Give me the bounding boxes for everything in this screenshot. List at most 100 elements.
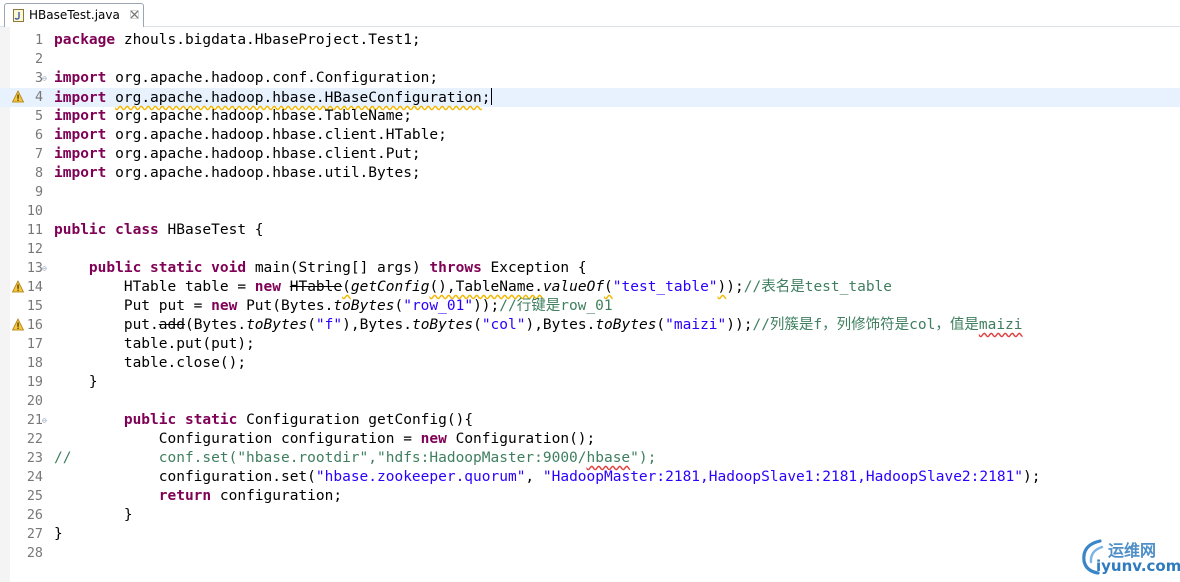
code-line[interactable]: return configuration; — [54, 487, 342, 506]
line-number: 7 — [34, 147, 43, 162]
line-number: 14 — [26, 280, 43, 295]
code-line-row[interactable]: 6 import org.apache.hadoop.hbase.client.H… — [0, 126, 1180, 145]
line-number: 12 — [26, 242, 43, 257]
code-token: ); — [726, 279, 744, 295]
code-line-row[interactable]: 23 // conf.set("hbase.rootdir","hdfs:Hado… — [0, 449, 1180, 468]
code-line-row[interactable]: 11 public class HBaseTest { — [0, 221, 1180, 240]
code-line-row[interactable]: 26 } — [0, 506, 1180, 525]
code-line[interactable]: import org.apache.hadoop.conf.Configurat… — [54, 69, 438, 88]
line-number: 9 — [34, 185, 43, 200]
line-number: 27 — [26, 527, 43, 542]
code-line-row[interactable]: 20 — [0, 392, 1180, 411]
code-line[interactable]: } — [54, 525, 63, 544]
code-line-row[interactable]: 9 — [0, 183, 1180, 202]
code-token: //表名是test_table — [743, 279, 893, 295]
line-number: 5 — [34, 109, 43, 124]
code-line[interactable]: } — [54, 506, 133, 525]
code-line[interactable]: package zhouls.bigdata.HbaseProject.Test… — [54, 31, 421, 50]
code-line[interactable]: import org.apache.hadoop.hbase.util.Byte… — [54, 164, 421, 183]
fold-toggle-icon[interactable]: ⊖ — [42, 74, 47, 83]
code-line-row[interactable]: 17 table.put(put); — [0, 335, 1180, 354]
code-line[interactable]: public class HBaseTest { — [54, 221, 264, 240]
code-line-row[interactable]: 10 — [0, 202, 1180, 221]
code-line-row[interactable]: 15 Put put = new Put(Bytes.toBytes("row_… — [0, 297, 1180, 316]
code-token: hbase — [586, 450, 631, 466]
watermark-domain: iyunv.com — [1096, 557, 1180, 575]
code-token: import — [54, 70, 107, 86]
code-line-row[interactable]: 12 — [0, 240, 1180, 259]
tab-hbasetest-java[interactable]: HBaseTest.java — [4, 3, 144, 27]
close-tab-icon[interactable] — [130, 10, 139, 19]
code-line-row[interactable]: 4 import org.apache.hadoop.hbase.HBaseCon… — [0, 88, 1180, 107]
line-number: 3 — [34, 71, 43, 86]
code-line[interactable]: import org.apache.hadoop.hbase.client.Pu… — [54, 145, 421, 164]
code-token: Configuration getConfig(){ — [237, 412, 474, 428]
line-number: 25 — [26, 489, 43, 504]
code-line[interactable]: put.add(Bytes.toBytes("f"),Bytes.toBytes… — [54, 316, 1023, 335]
code-line-row[interactable]: 22 Configuration configuration = new Con… — [0, 430, 1180, 449]
code-line-row[interactable]: 7 import org.apache.hadoop.hbase.client.P… — [0, 145, 1180, 164]
code-token: configuration.set( — [54, 469, 316, 485]
line-number: 2 — [34, 52, 43, 67]
line-number: 22 — [26, 432, 43, 447]
code-token: //行键是row_01 — [499, 298, 613, 314]
code-line-row[interactable]: 3 ⊖ import org.apache.hadoop.conf.Configur… — [0, 69, 1180, 88]
code-line[interactable]: configuration.set("hbase.zookeeper.quoru… — [54, 468, 1041, 487]
code-line-row[interactable]: 16 put.add(Bytes.toBytes("f"),Bytes.toBy… — [0, 316, 1180, 335]
code-token: ),Bytes. — [342, 317, 412, 333]
code-line-row[interactable]: 27} — [0, 525, 1180, 544]
code-token: throws — [429, 260, 482, 276]
code-token: ( — [473, 317, 482, 333]
code-token: } — [54, 526, 63, 542]
code-line[interactable]: table.put(put); — [54, 335, 255, 354]
code-line[interactable]: Put put = new Put(Bytes.toBytes("row_01"… — [54, 297, 613, 316]
code-line[interactable]: public static void main(String[] args) t… — [54, 259, 587, 278]
code-line-row[interactable]: 25 return configuration; — [0, 487, 1180, 506]
code-token: "); — [630, 450, 657, 466]
code-token: , — [525, 469, 543, 485]
code-line-row[interactable]: 24 configuration.set("hbase.zookeeper.qu… — [0, 468, 1180, 487]
watermark: 运维网 iyunv.com — [1078, 535, 1180, 581]
code-token: ( — [307, 317, 316, 333]
code-token: ) — [717, 279, 727, 295]
code-line-row[interactable]: 28 — [0, 544, 1180, 563]
code-line[interactable]: Configuration configuration = new Config… — [54, 430, 596, 449]
code-token: "HadoopMaster:2181,HadoopSlave1:2181,Had… — [542, 469, 1024, 485]
fold-toggle-icon[interactable]: ⊖ — [42, 264, 47, 273]
code-token: org.apache.hadoop.hbase.TableName; — [106, 108, 412, 124]
code-line[interactable]: } — [54, 373, 98, 392]
code-line[interactable]: import org.apache.hadoop.hbase.HBaseConf… — [54, 88, 492, 107]
code-token: public — [54, 222, 107, 238]
line-number: 6 — [34, 128, 43, 143]
java-editor[interactable]: 1 package zhouls.bigdata.HbaseProject.Tes… — [0, 27, 1180, 582]
code-line-row[interactable]: 2 — [0, 50, 1180, 69]
code-line-row[interactable]: 21 ⊖ public static Configuration getConfi… — [0, 411, 1180, 430]
code-token: Configuration(); — [446, 431, 596, 447]
code-line-row[interactable]: 1 package zhouls.bigdata.HbaseProject.Tes… — [0, 31, 1180, 50]
fold-toggle-icon[interactable]: ⊖ — [42, 416, 47, 425]
code-line[interactable]: HTable table = new HTable(getConfig(),Ta… — [54, 278, 892, 297]
code-token: (Bytes. — [184, 317, 247, 333]
code-line-row[interactable]: 5 import org.apache.hadoop.hbase.TableNam… — [0, 107, 1180, 126]
code-token: ( — [394, 298, 404, 314]
code-token: valueOf — [542, 279, 605, 295]
code-line[interactable]: table.close(); — [54, 354, 246, 373]
line-number: 26 — [26, 508, 43, 523]
code-line[interactable]: import org.apache.hadoop.hbase.client.HT… — [54, 126, 447, 145]
code-token: )); — [726, 317, 753, 333]
code-line-row[interactable]: 13 ⊖ public static void main(String[] arg… — [0, 259, 1180, 278]
code-token: new — [254, 279, 281, 295]
line-number: 24 — [26, 470, 43, 485]
code-token: import — [54, 165, 107, 181]
code-line-row[interactable]: 14 HTable table = new HTable(getConfig()… — [0, 278, 1180, 297]
code-line[interactable]: import org.apache.hadoop.hbase.TableName… — [54, 107, 412, 126]
code-line[interactable]: public static Configuration getConfig(){ — [54, 411, 473, 430]
code-line-row[interactable]: 19 } — [0, 373, 1180, 392]
code-line-row[interactable]: 18 table.close(); — [0, 354, 1180, 373]
code-line[interactable]: // conf.set("hbase.rootdir","hdfs:Hadoop… — [54, 449, 656, 468]
code-token: new — [211, 298, 238, 314]
code-line-row[interactable]: 8 import org.apache.hadoop.hbase.util.Byt… — [0, 164, 1180, 183]
